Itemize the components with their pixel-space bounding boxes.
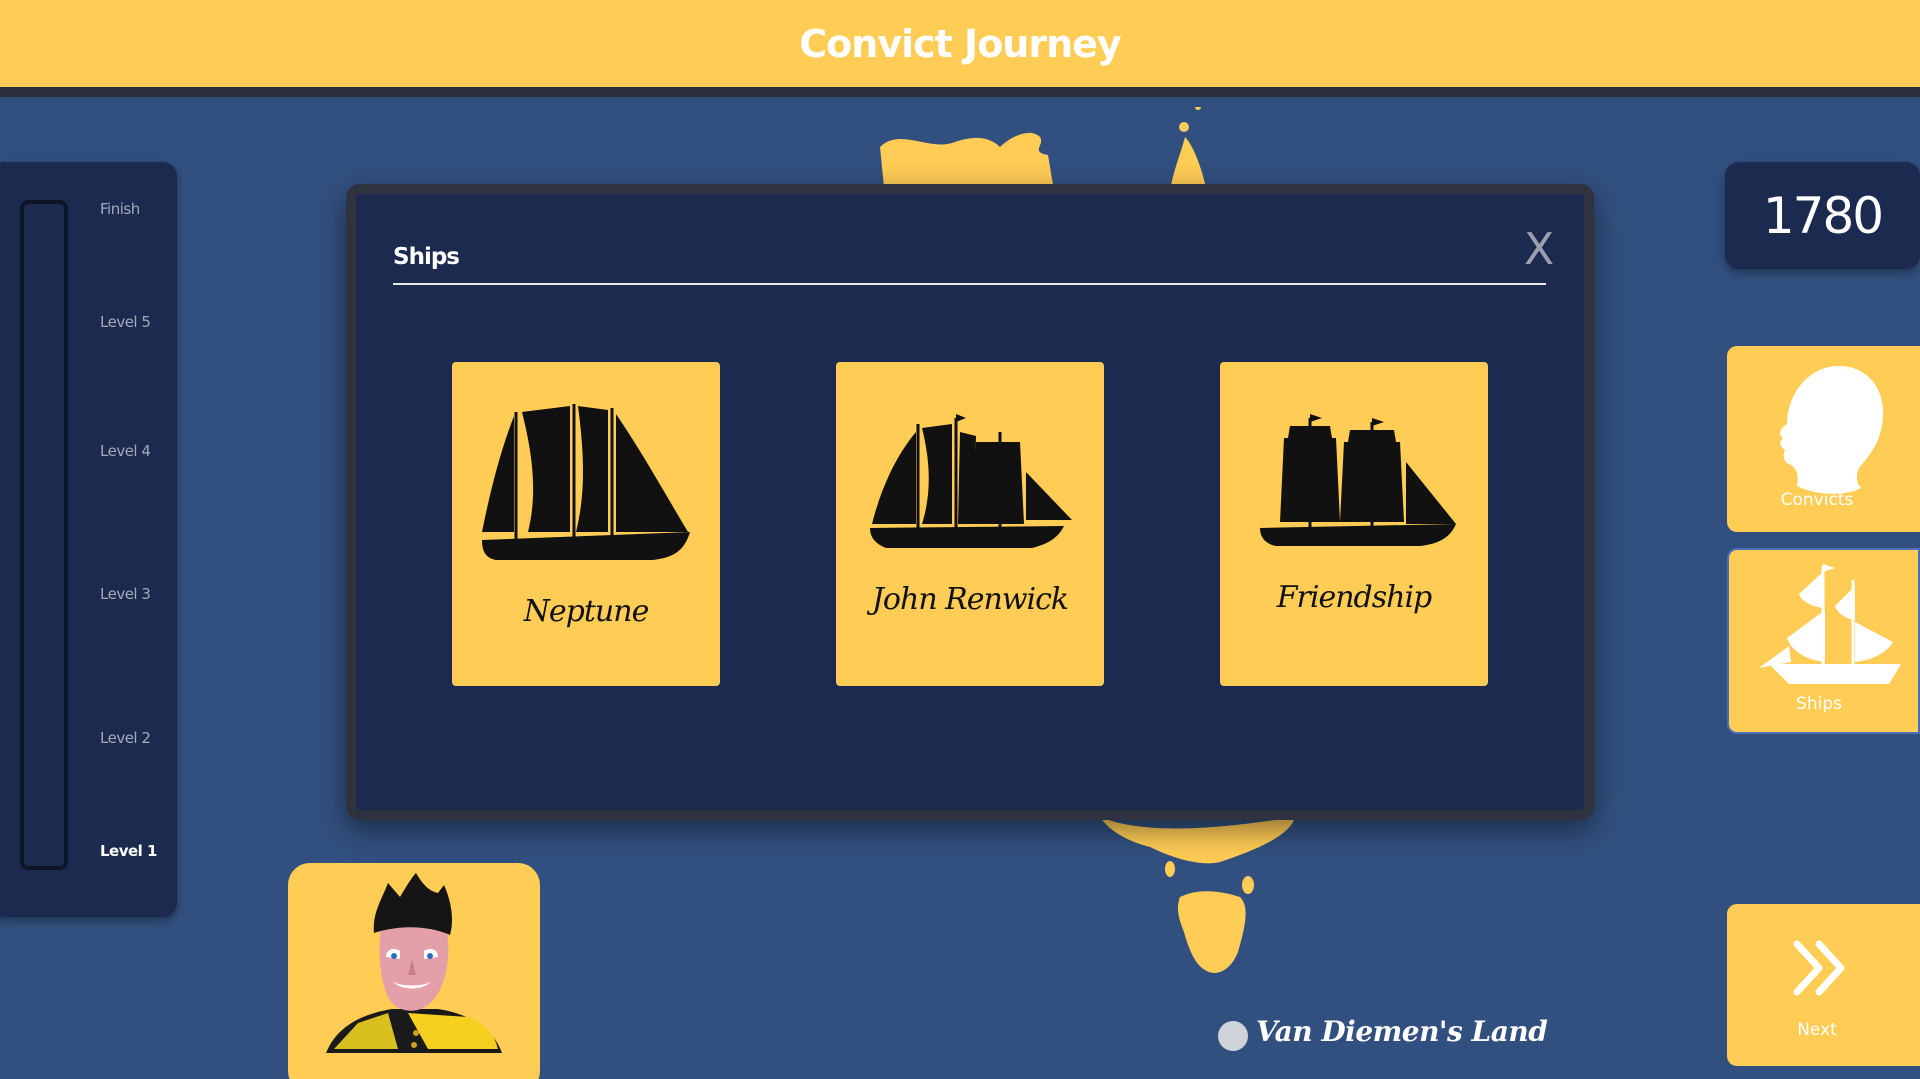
level-progress-track xyxy=(20,200,68,870)
guard-avatar xyxy=(326,873,502,1053)
ship-name-john-renwick: John Renwick xyxy=(871,582,1069,617)
level-2: Level 2 xyxy=(100,729,151,747)
ships-label: Ships xyxy=(1796,694,1842,714)
convicts-button[interactable]: Convicts xyxy=(1727,346,1920,532)
year-value: 1780 xyxy=(1762,186,1884,245)
level-3: Level 3 xyxy=(100,585,151,603)
app-title: Convict Journey xyxy=(799,21,1121,66)
ship-card-john-renwick[interactable]: John Renwick xyxy=(836,362,1104,686)
place-label: Van Diemen's Land xyxy=(1256,1015,1548,1048)
location-marker[interactable] xyxy=(1218,1021,1248,1051)
next-button[interactable]: Next xyxy=(1727,904,1920,1066)
ships-modal: Ships X Neptune John Renwick Friendship xyxy=(346,184,1594,820)
ship-name-neptune: Neptune xyxy=(523,594,650,629)
levels-panel: Finish Level 5 Level 4 Level 3 Level 2 L… xyxy=(0,162,177,917)
double-chevron-right-icon xyxy=(1793,940,1845,996)
level-5: Level 5 xyxy=(100,313,151,331)
convicts-label: Convicts xyxy=(1780,490,1854,510)
close-button[interactable]: X xyxy=(1524,224,1554,275)
year-display: 1780 xyxy=(1725,162,1920,269)
schooner-silhouette-icon xyxy=(482,404,690,560)
modal-title: Ships xyxy=(393,244,460,270)
level-finish: Finish xyxy=(100,200,140,218)
level-1: Level 1 xyxy=(100,842,157,860)
next-label: Next xyxy=(1797,1020,1837,1040)
ship-card-neptune[interactable]: Neptune xyxy=(452,362,720,686)
frigate-silhouette-icon xyxy=(870,414,1072,548)
level-4: Level 4 xyxy=(100,442,151,460)
app-header: Convict Journey xyxy=(0,0,1920,97)
modal-divider xyxy=(393,283,1546,285)
brig-silhouette-icon xyxy=(1260,414,1456,546)
ships-button[interactable]: Ships xyxy=(1727,548,1920,734)
character-card[interactable] xyxy=(288,863,540,1079)
ship-card-friendship[interactable]: Friendship xyxy=(1220,362,1488,686)
ship-name-friendship: Friendship xyxy=(1276,580,1433,615)
